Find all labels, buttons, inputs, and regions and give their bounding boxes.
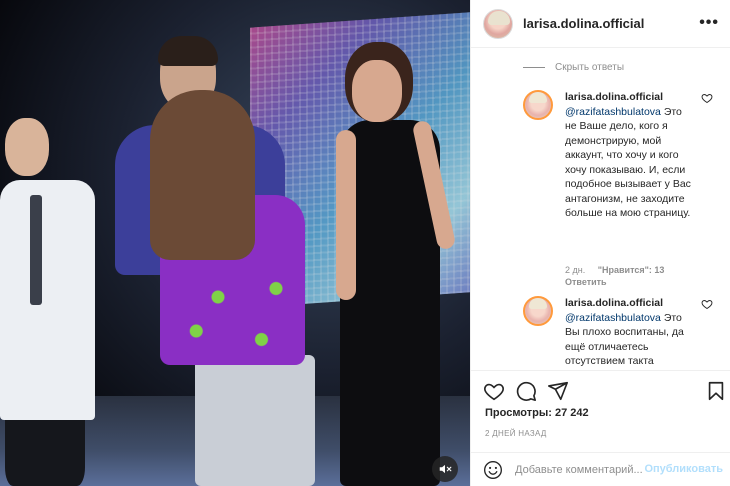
girl-pants bbox=[195, 355, 315, 486]
heart-icon[interactable] bbox=[701, 298, 713, 310]
divider-dash bbox=[523, 67, 545, 68]
comment-icon[interactable] bbox=[515, 380, 537, 402]
man-middle-hair bbox=[158, 36, 218, 66]
author-username[interactable]: larisa.dolina.official bbox=[523, 16, 644, 31]
views-count[interactable]: Просмотры: 27 242 bbox=[485, 407, 589, 419]
publish-button[interactable]: Опубликовать bbox=[644, 463, 723, 475]
author-avatar[interactable] bbox=[483, 8, 513, 39]
add-comment-bar: Опубликовать bbox=[471, 452, 730, 486]
reply-body: Это не Ваше дело, кого я демонстрирую, м… bbox=[565, 105, 691, 220]
heart-icon[interactable] bbox=[701, 92, 713, 104]
reply-username[interactable]: larisa.dolina.official bbox=[565, 297, 663, 309]
reply-username[interactable]: larisa.dolina.official bbox=[565, 91, 663, 103]
volume-muted-icon bbox=[439, 464, 452, 474]
reply-answer-button[interactable]: Ответить bbox=[565, 276, 664, 288]
post-video[interactable] bbox=[0, 0, 470, 486]
woman-head bbox=[352, 60, 402, 122]
reply-text: larisa.dolina.official @razifatashbulato… bbox=[565, 296, 691, 369]
reply-text: larisa.dolina.official @razifatashbulato… bbox=[565, 90, 691, 221]
man-left-tie bbox=[30, 195, 42, 305]
post-date[interactable]: 2 ДНЕЙ НАЗАД bbox=[485, 429, 547, 438]
comments-list: Скрыть ответы larisa.dolina.official @ra… bbox=[471, 48, 730, 370]
reply-mention[interactable]: @razifatashbulatova bbox=[565, 312, 661, 324]
more-horizontal-icon[interactable]: ••• bbox=[699, 14, 719, 32]
reply-mention[interactable]: @razifatashbulatova bbox=[565, 106, 661, 118]
post-side-panel: larisa.dolina.official ••• Скрыть ответы… bbox=[470, 0, 730, 486]
reply-avatar[interactable] bbox=[523, 90, 553, 120]
girl-hair bbox=[150, 90, 255, 260]
mute-button[interactable] bbox=[432, 456, 458, 482]
man-left-shirt bbox=[0, 180, 95, 420]
reply-avatar[interactable] bbox=[523, 296, 553, 326]
reply-likes[interactable]: "Нравится": 13 bbox=[598, 265, 665, 275]
man-left-head bbox=[5, 118, 49, 176]
post-actions bbox=[471, 370, 730, 406]
reply-item: larisa.dolina.official @razifatashbulato… bbox=[523, 90, 723, 290]
hide-replies-toggle[interactable]: Скрыть ответы bbox=[523, 62, 624, 73]
hide-replies-label: Скрыть ответы bbox=[555, 62, 625, 73]
emoji-icon[interactable] bbox=[483, 460, 503, 480]
comment-input[interactable] bbox=[515, 463, 647, 476]
reply-item: larisa.dolina.official @razifatashbulato… bbox=[523, 296, 723, 370]
reply-meta: 2 дн. "Нравится": 13 Ответить bbox=[565, 264, 664, 288]
send-icon[interactable] bbox=[547, 380, 569, 402]
heart-icon[interactable] bbox=[483, 380, 505, 402]
bookmark-icon[interactable] bbox=[705, 380, 727, 402]
woman-arm-left bbox=[336, 130, 356, 300]
post-header: larisa.dolina.official ••• bbox=[471, 0, 730, 48]
reply-time: 2 дн. bbox=[565, 265, 586, 275]
